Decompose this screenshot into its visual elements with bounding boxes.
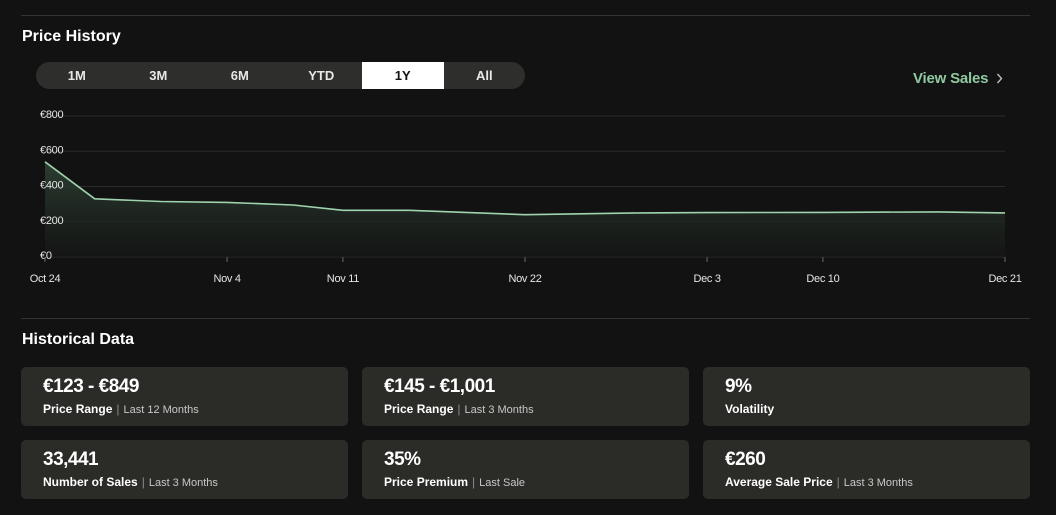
stat-card-price-premium: 35% Price Premium | Last Sale (362, 440, 689, 499)
view-sales-label: View Sales (913, 70, 989, 87)
stat-period: Last Sale (479, 477, 526, 489)
historical-data-title: Historical Data (22, 331, 135, 348)
price-history-chart: €800 €600 €400 €200 €0 Oct 24 Nov 4 Nov 11 Nov … (30, 109, 1022, 285)
stat-label: Average Sale Price (725, 475, 833, 489)
stat-period: Last 3 Months (843, 477, 913, 489)
x-tick-label: Dec 3 (693, 273, 720, 285)
x-tick-label: Dec 10 (806, 273, 839, 285)
price-area-fill (45, 161, 1005, 257)
x-tick-label: Nov 4 (213, 273, 240, 285)
y-tick-label: €400 (40, 180, 63, 192)
stat-value: 35% (384, 449, 421, 470)
stat-card-number-of-sales: 33,441 Number of Sales | Last 3 Months (21, 440, 348, 499)
stat-separator: | (116, 402, 120, 416)
time-range-selector: 1M 3M 6M YTD 1Y All (36, 62, 525, 89)
stat-value: €145 - €1,001 (384, 376, 495, 397)
stat-label: Price Range (43, 402, 113, 416)
stat-value: €123 - €849 (43, 376, 139, 397)
y-tick-label: €800 (40, 109, 63, 121)
stat-card-price-range-12m: €123 - €849 Price Range | Last 12 Months (21, 367, 348, 426)
stat-separator: | (472, 475, 476, 489)
stat-separator: | (836, 475, 840, 489)
stat-label: Price Range (384, 402, 454, 416)
stat-label: Number of Sales (43, 475, 138, 489)
stat-value: 9% (725, 376, 752, 397)
range-tab-3m[interactable]: 3M (118, 62, 200, 89)
stat-card-average-sale-price: €260 Average Sale Price | Last 3 Months (703, 440, 1030, 499)
range-tab-all[interactable]: All (444, 62, 526, 89)
x-tick-label: Dec 21 (988, 273, 1021, 285)
y-tick-label: €0 (40, 250, 52, 262)
range-tab-ytd[interactable]: YTD (281, 62, 363, 89)
range-tab-1m[interactable]: 1M (36, 62, 118, 89)
middle-divider (21, 318, 1030, 319)
stat-value: 33,441 (43, 449, 99, 470)
stat-card-volatility: 9% Volatility (703, 367, 1030, 426)
stat-value: €260 (725, 449, 766, 470)
stat-label: Volatility (725, 402, 775, 416)
chevron-right-icon (997, 73, 1003, 84)
x-tick-label: Oct 24 (30, 273, 61, 285)
range-tab-6m[interactable]: 6M (199, 62, 281, 89)
stat-card-price-range-3m: €145 - €1,001 Price Range | Last 3 Months (362, 367, 689, 426)
stat-separator: | (141, 475, 145, 489)
stat-period: Last 3 Months (464, 404, 534, 416)
top-divider (21, 15, 1030, 16)
y-tick-label: €200 (40, 215, 63, 227)
stat-period: Last 12 Months (123, 404, 199, 416)
y-tick-label: €600 (40, 144, 63, 156)
stat-period: Last 3 Months (148, 477, 218, 489)
range-tab-1y[interactable]: 1Y (362, 62, 444, 89)
stat-separator: | (457, 402, 461, 416)
x-tick-label: Nov 22 (508, 273, 541, 285)
price-history-title: Price History (22, 28, 121, 45)
view-sales-link[interactable]: View Sales (913, 70, 1003, 87)
x-tick-label: Nov 11 (327, 273, 359, 285)
stat-label: Price Premium (384, 475, 469, 489)
